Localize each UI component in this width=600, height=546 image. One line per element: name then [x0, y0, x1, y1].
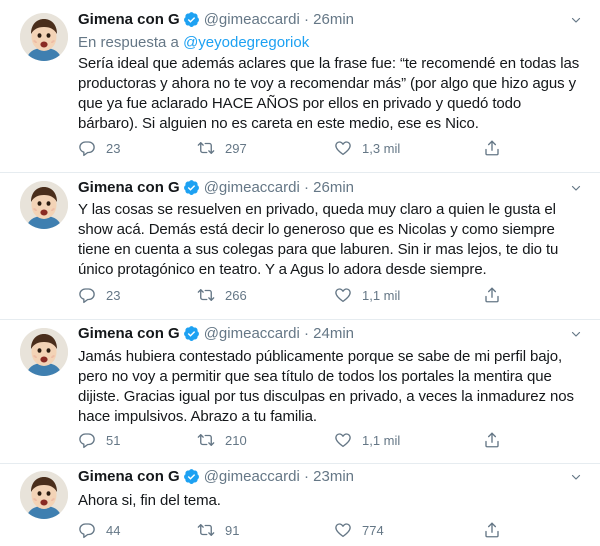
author-handle[interactable]: @gimeaccardi — [204, 468, 300, 485]
avatar-image — [20, 328, 68, 376]
tweet-time[interactable]: 26min — [313, 179, 354, 196]
like-button[interactable]: 1,3 mil — [334, 139, 400, 157]
reply-icon — [78, 521, 96, 539]
avatar[interactable] — [20, 181, 68, 229]
retweet-button[interactable]: 266 — [197, 286, 247, 304]
author-handle[interactable]: @gimeaccardi — [204, 11, 300, 28]
retweet-button[interactable]: 91 — [197, 521, 239, 539]
reply-button[interactable]: 44 — [78, 521, 120, 539]
verified-badge-icon — [183, 468, 200, 485]
tweet-header: Gimena con G @gimeaccardi · 24min — [78, 325, 354, 342]
author-handle[interactable]: @gimeaccardi — [204, 179, 300, 196]
verified-badge-icon — [183, 11, 200, 28]
share-icon — [483, 431, 501, 449]
header-dot: · — [299, 325, 314, 342]
reply-icon — [78, 431, 96, 449]
like-icon — [334, 431, 352, 449]
author-handle[interactable]: @gimeaccardi — [204, 325, 300, 342]
tweet-time[interactable]: 23min — [313, 468, 354, 485]
tweet-header: Gimena con G @gimeaccardi · 23min — [78, 468, 354, 485]
chevron-down-icon[interactable] — [570, 328, 582, 340]
tweet-actions: 44 91 774 — [78, 521, 518, 541]
retweet-count: 91 — [225, 522, 240, 538]
tweet-header: Gimena con G @gimeaccardi · 26min — [78, 179, 354, 196]
tweet[interactable]: Gimena con G @gimeaccardi · 26min En res… — [0, 0, 600, 172]
avatar-image — [20, 181, 68, 229]
tweet-time[interactable]: 24min — [313, 325, 354, 342]
retweet-count: 297 — [225, 140, 247, 156]
chevron-down-icon[interactable] — [570, 182, 582, 194]
chevron-down-icon[interactable] — [570, 471, 582, 483]
like-icon — [334, 139, 352, 157]
tweet-time[interactable]: 26min — [313, 11, 354, 28]
author-name[interactable]: Gimena con G — [78, 179, 180, 196]
retweet-button[interactable]: 297 — [197, 139, 247, 157]
tweet-header: Gimena con G @gimeaccardi · 26min — [78, 11, 354, 28]
like-count: 1,3 mil — [362, 140, 401, 156]
tweet-text: Ahora si, fin del tema. — [78, 492, 221, 509]
share-button[interactable] — [483, 431, 501, 449]
avatar[interactable] — [20, 471, 68, 519]
retweet-icon — [197, 139, 215, 157]
retweet-icon — [197, 286, 215, 304]
like-count: 1,1 mil — [362, 432, 401, 448]
avatar[interactable] — [20, 13, 68, 61]
share-icon — [483, 139, 501, 157]
author-name[interactable]: Gimena con G — [78, 325, 180, 342]
reply-icon — [78, 286, 96, 304]
header-dot: · — [299, 11, 314, 28]
tweet[interactable]: Gimena con G @gimeaccardi · 26min Y las … — [0, 173, 600, 319]
like-button[interactable]: 774 — [334, 521, 384, 539]
avatar-image — [20, 471, 68, 519]
like-count: 774 — [362, 522, 384, 538]
like-button[interactable]: 1,1 mil — [334, 431, 400, 449]
verified-badge-icon — [183, 325, 200, 342]
tweet-text: Y las cosas se resuelven en privado, que… — [78, 201, 559, 278]
share-icon — [483, 286, 501, 304]
reply-button[interactable]: 51 — [78, 431, 120, 449]
tweet-text: Jamás hubiera contestado públicamente po… — [78, 348, 574, 425]
tweet-text: Sería ideal que además aclares que la fr… — [78, 55, 580, 132]
tweet[interactable]: Gimena con G @gimeaccardi · 23min Ahora … — [0, 464, 600, 546]
tweet[interactable]: Gimena con G @gimeaccardi · 24min Jamás … — [0, 320, 600, 463]
like-button[interactable]: 1,1 mil — [334, 286, 400, 304]
like-count: 1,1 mil — [362, 287, 401, 303]
author-name[interactable]: Gimena con G — [78, 468, 180, 485]
reply-prefix: En respuesta a — [78, 34, 179, 51]
avatar-image — [20, 13, 68, 61]
tweet-actions: 51 210 1,1 mil — [78, 431, 518, 451]
share-button[interactable] — [483, 286, 501, 304]
retweet-button[interactable]: 210 — [197, 431, 247, 449]
reply-count: 44 — [106, 522, 121, 538]
tweet-actions: 23 297 1,3 mil — [78, 139, 518, 159]
tweet-actions: 23 266 1,1 mil — [78, 286, 518, 306]
chevron-down-icon[interactable] — [570, 14, 582, 26]
reply-to-link[interactable]: @yeyodegregoriok — [183, 34, 309, 51]
retweet-count: 266 — [225, 287, 247, 303]
retweet-count: 210 — [225, 432, 247, 448]
retweet-icon — [197, 431, 215, 449]
header-dot: · — [299, 179, 314, 196]
reply-button[interactable]: 23 — [78, 139, 120, 157]
verified-badge-icon — [183, 179, 200, 196]
reply-context: En respuesta a @yeyodegregoriok — [78, 34, 309, 51]
reply-count: 23 — [106, 287, 121, 303]
reply-count: 51 — [106, 432, 121, 448]
retweet-icon — [197, 521, 215, 539]
avatar[interactable] — [20, 328, 68, 376]
author-name[interactable]: Gimena con G — [78, 11, 180, 28]
share-button[interactable] — [483, 139, 501, 157]
reply-button[interactable]: 23 — [78, 286, 120, 304]
share-button[interactable] — [483, 521, 501, 539]
reply-icon — [78, 139, 96, 157]
header-dot: · — [299, 468, 314, 485]
share-icon — [483, 521, 501, 539]
reply-count: 23 — [106, 140, 121, 156]
like-icon — [334, 521, 352, 539]
like-icon — [334, 286, 352, 304]
